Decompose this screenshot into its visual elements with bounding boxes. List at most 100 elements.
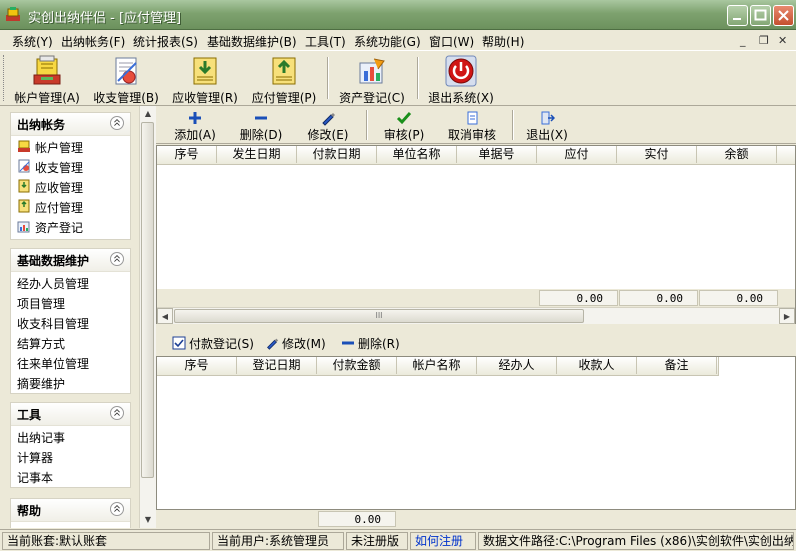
toolbar-label: 退出系统(X) <box>428 91 494 105</box>
column-header[interactable]: 经办人 <box>477 357 557 374</box>
cancel-audit-button[interactable]: 取消审核 <box>444 108 500 142</box>
nav-item-projects[interactable]: 项目管理 <box>11 292 130 312</box>
nav-item-label: 往来单位管理 <box>17 357 90 371</box>
nav-group-header[interactable]: 工具 <box>11 403 130 426</box>
payable-records-table[interactable]: 序号 发生日期 付款日期 单位名称 单据号 应付 实付 余额 0.00 0.00… <box>156 145 796 325</box>
nav-scrollbar[interactable]: ▲ ▼ <box>139 106 156 528</box>
toolbar-payable-button[interactable]: 应付管理(P) <box>247 53 321 105</box>
chevron-up-icon[interactable] <box>110 406 124 420</box>
nav-item-summary[interactable]: 摘要维护 <box>11 372 130 392</box>
payment-delete-button[interactable]: 删除(R) <box>341 335 407 351</box>
scroll-down-arrow-icon[interactable]: ▼ <box>140 512 156 528</box>
maximize-button[interactable] <box>750 5 771 26</box>
pen-icon <box>267 338 279 350</box>
nav-group-title: 基础数据维护 <box>17 254 90 268</box>
payment-records-table[interactable]: 序号 登记日期 付款金额 帐户名称 经办人 收款人 备注 <box>156 356 796 510</box>
delete-button[interactable]: 删除(D) <box>236 108 286 142</box>
pane-splitter[interactable] <box>156 324 796 330</box>
edit-button[interactable]: 修改(E) <box>302 108 354 142</box>
nav-item-receivable[interactable]: 应收管理 <box>11 176 130 196</box>
how-to-register-link[interactable]: 如何注册 <box>410 532 476 550</box>
chevron-up-icon[interactable] <box>110 502 124 516</box>
nav-item-label: 摘要维护 <box>17 377 66 391</box>
exit-button[interactable]: 退出(X) <box>522 108 572 142</box>
nav-item-subjects[interactable]: 收支科目管理 <box>11 312 130 332</box>
column-header[interactable]: 应付 <box>537 146 617 163</box>
column-header[interactable]: 付款金额 <box>317 357 397 374</box>
toolbar-income-expense-button[interactable]: 收支管理(B) <box>89 53 163 105</box>
column-header[interactable]: 帐户名称 <box>397 357 477 374</box>
menu-reports[interactable]: 统计报表(S) <box>133 33 198 50</box>
scroll-right-arrow-icon[interactable]: ▶ <box>779 308 795 324</box>
window-title: 实创出纳伴侣 - [应付管理] <box>28 11 182 26</box>
payment-edit-button[interactable]: 修改(M) <box>265 335 331 351</box>
nav-item-payable[interactable]: 应付管理 <box>11 196 130 216</box>
column-header[interactable]: 付款日期 <box>297 146 377 163</box>
column-header[interactable]: 余额 <box>697 146 777 163</box>
column-header[interactable]: 发生日期 <box>217 146 297 163</box>
menu-bar: 系统(Y) 出纳帐务(F) 统计报表(S) 基础数据维护(B) 工具(T) 系统… <box>0 30 796 50</box>
power-icon <box>445 55 477 87</box>
toolbar-exit-system-button[interactable]: 退出系统(X) <box>423 53 499 105</box>
title-bar[interactable]: 实创出纳伴侣 - [应付管理] <box>0 0 796 30</box>
nav-item-cashier-notes[interactable]: 出纳记事 <box>11 426 130 446</box>
nav-group-header[interactable]: 出纳帐务 <box>11 113 130 136</box>
column-header[interactable]: 序号 <box>157 146 217 163</box>
minimize-button[interactable] <box>727 5 748 26</box>
main-toolbar: 帐户管理(A) 收支管理(B) 应收管理(R) 应付管理(P) 资产登记(C) … <box>0 50 796 106</box>
exit-button-label: 退出(X) <box>526 128 568 142</box>
mdi-minimize-button[interactable]: _ <box>740 34 746 47</box>
toolbar-receivable-button[interactable]: 应收管理(R) <box>168 53 242 105</box>
nav-group-header[interactable]: 基础数据维护 <box>11 249 130 272</box>
totals-row: 0.00 0.00 0.00 <box>157 289 795 307</box>
column-header[interactable]: 收款人 <box>557 357 637 374</box>
payment-register-label: 付款登记(S) <box>189 337 254 351</box>
column-header[interactable]: 登记日期 <box>237 357 317 374</box>
close-button[interactable] <box>773 5 794 26</box>
nav-item-income-expense[interactable]: 收支管理 <box>11 156 130 176</box>
menu-system-functions[interactable]: 系统功能(G) <box>354 33 421 50</box>
column-header[interactable]: 单据号 <box>457 146 537 163</box>
paid-total: 0.00 <box>619 290 698 306</box>
payment-register-button[interactable]: 付款登记(S) <box>172 335 256 351</box>
mdi-restore-button[interactable]: ❐ <box>759 34 769 47</box>
checkbox-icon <box>172 336 186 350</box>
menu-tools[interactable]: 工具(T) <box>305 33 346 50</box>
menu-help[interactable]: 帮助(H) <box>482 33 524 50</box>
nav-item-account-management[interactable]: 帐户管理 <box>11 136 130 156</box>
toolbar-asset-register-button[interactable]: 资产登记(C) <box>334 53 410 105</box>
toolbar-account-management-button[interactable]: 帐户管理(A) <box>10 53 84 105</box>
chevron-up-icon[interactable] <box>110 116 124 130</box>
horizontal-scrollbar[interactable]: ◀ III ▶ <box>157 307 795 324</box>
audit-button[interactable]: 审核(P) <box>378 108 430 142</box>
menu-window[interactable]: 窗口(W) <box>429 33 474 50</box>
nav-item-partners[interactable]: 往来单位管理 <box>11 352 130 372</box>
account-book-icon <box>18 140 30 152</box>
nav-item-calculator[interactable]: 计算器 <box>11 446 130 466</box>
mdi-close-button[interactable]: ✕ <box>778 34 787 47</box>
scroll-thumb[interactable]: III <box>174 309 584 323</box>
column-header[interactable]: 序号 <box>157 357 237 374</box>
payment-edit-label: 修改(M) <box>282 337 326 351</box>
close-icon <box>778 10 789 21</box>
nav-item-settlement[interactable]: 结算方式 <box>11 332 130 352</box>
toolbar-grip[interactable] <box>3 55 7 101</box>
scroll-up-arrow-icon[interactable]: ▲ <box>140 106 156 122</box>
menu-basic-data[interactable]: 基础数据维护(B) <box>207 33 297 50</box>
scroll-left-arrow-icon[interactable]: ◀ <box>157 308 173 324</box>
delete-button-label: 删除(D) <box>239 128 283 142</box>
menu-cashier-accounts[interactable]: 出纳帐务(F) <box>61 33 125 50</box>
nav-item-label: 计算器 <box>17 451 54 465</box>
add-button[interactable]: 添加(A) <box>170 108 220 142</box>
nav-item-notepad[interactable]: 记事本 <box>11 466 130 486</box>
column-header[interactable]: 单位名称 <box>377 146 457 163</box>
nav-item-operators[interactable]: 经办人员管理 <box>11 272 130 292</box>
column-header[interactable]: 实付 <box>617 146 697 163</box>
menu-system[interactable]: 系统(Y) <box>12 33 53 50</box>
chevron-up-icon[interactable] <box>110 252 124 266</box>
nav-item-asset-register[interactable]: 资产登记 <box>11 216 130 236</box>
column-header[interactable]: 备注 <box>637 357 717 374</box>
status-account-set: 当前账套:默认账套 <box>2 532 210 550</box>
nav-group-header[interactable]: 帮助 <box>11 499 130 522</box>
scroll-thumb[interactable] <box>141 122 154 478</box>
